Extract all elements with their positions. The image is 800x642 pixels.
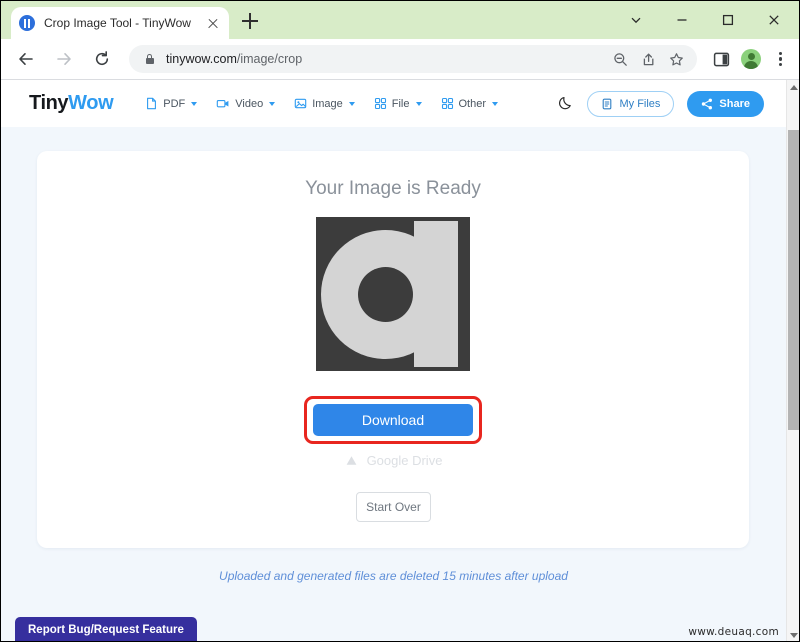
nav-item-pdf-label: PDF	[163, 97, 186, 110]
window-controls	[613, 1, 797, 39]
maximize-icon[interactable]	[705, 4, 751, 36]
google-drive-icon	[346, 455, 356, 465]
report-bug-label: Report Bug/Request Feature	[28, 623, 184, 636]
download-button[interactable]: Download	[313, 404, 473, 436]
preview-bar-shape	[414, 221, 458, 367]
google-drive-label: Google Drive	[366, 453, 443, 468]
files-icon	[603, 98, 612, 109]
nav-item-image[interactable]: Image	[294, 97, 355, 110]
profile-avatar[interactable]	[737, 45, 765, 73]
image-icon	[294, 98, 307, 109]
url-domain: tinywow.com	[166, 52, 237, 66]
start-over-button[interactable]: Start Over	[356, 492, 431, 522]
chevron-down-icon	[191, 101, 198, 106]
site-nav-links: PDF Video Image File Other	[145, 97, 499, 110]
cropped-image-preview	[316, 217, 470, 371]
download-label: Download	[361, 412, 425, 428]
preview-hole-shape	[358, 267, 413, 322]
browser-tab[interactable]: Crop Image Tool - TinyWow	[11, 7, 229, 39]
nav-item-file-label: File	[391, 97, 410, 110]
chevron-down-icon	[348, 101, 355, 106]
chevron-down-icon	[492, 101, 499, 106]
url-path: /image/crop	[236, 52, 303, 66]
result-card: Your Image is Ready Download Google Driv…	[37, 151, 749, 548]
browser-window: Crop Image Tool - TinyWow tinywow.com/im…	[0, 0, 800, 642]
document-icon	[147, 97, 157, 110]
minimize-icon[interactable]	[659, 4, 705, 36]
chevron-down-icon	[269, 101, 276, 106]
scrollbar-thumb[interactable]	[788, 130, 799, 430]
zoom-out-icon[interactable]	[609, 48, 631, 70]
reload-icon[interactable]	[87, 44, 117, 74]
chevron-down-icon[interactable]	[613, 4, 659, 36]
site-nav-actions: My Files Share	[556, 90, 764, 117]
nav-item-other-label: Other	[458, 97, 487, 110]
grid-icon	[374, 97, 386, 110]
nav-item-video[interactable]: Video	[216, 97, 276, 110]
address-bar[interactable]: tinywow.com/image/crop	[129, 45, 697, 73]
tinywow-logo[interactable]: TinyWow	[29, 92, 114, 115]
report-bug-button[interactable]: Report Bug/Request Feature	[15, 617, 197, 641]
share-page-icon[interactable]	[637, 48, 659, 70]
start-over-label: Start Over	[366, 500, 421, 514]
download-highlight: Download	[304, 396, 482, 444]
page-scrollbar[interactable]	[786, 80, 799, 641]
grid-icon	[441, 97, 453, 110]
google-drive-option[interactable]: Google Drive	[37, 453, 749, 468]
tinywow-favicon	[19, 15, 35, 31]
page-viewport: TinyWow PDF Video Image File Other My Fi…	[1, 80, 799, 641]
url-text: tinywow.com/image/crop	[166, 52, 603, 66]
moon-icon[interactable]	[556, 95, 574, 113]
close-window-icon[interactable]	[751, 4, 797, 36]
nav-item-image-label: Image	[312, 97, 343, 110]
video-camera-icon	[216, 100, 229, 108]
close-icon[interactable]	[205, 15, 221, 31]
side-panel-icon[interactable]	[707, 45, 735, 73]
nav-item-video-label: Video	[235, 97, 264, 110]
nav-item-other[interactable]: Other	[441, 97, 499, 110]
bookmark-star-icon[interactable]	[665, 48, 687, 70]
my-files-button[interactable]: My Files	[587, 90, 675, 117]
back-arrow-icon[interactable]	[11, 44, 41, 74]
tab-strip: Crop Image Tool - TinyWow	[1, 1, 799, 39]
nav-item-pdf[interactable]: PDF	[145, 97, 198, 110]
browser-toolbar: tinywow.com/image/crop	[1, 39, 799, 79]
page-title: Your Image is Ready	[305, 178, 481, 199]
chevron-down-icon	[415, 101, 422, 106]
watermark: www.deuaq.com	[688, 626, 779, 638]
chrome-menu-icon[interactable]	[767, 45, 795, 73]
logo-wow: Wow	[68, 92, 114, 114]
forward-arrow-icon[interactable]	[49, 44, 79, 74]
toolbar-right-icons	[705, 45, 799, 73]
tab-title: Crop Image Tool - TinyWow	[44, 16, 191, 30]
share-nodes-icon	[702, 98, 713, 109]
share-button[interactable]: Share	[687, 90, 764, 117]
share-label: Share	[719, 97, 750, 110]
retention-notice: Uploaded and generated files are deleted…	[219, 569, 568, 583]
site-navbar: TinyWow PDF Video Image File Other My Fi…	[1, 80, 786, 127]
lock-icon	[143, 53, 156, 66]
nav-item-file[interactable]: File	[374, 97, 422, 110]
logo-tiny: Tiny	[29, 92, 69, 114]
my-files-label: My Files	[619, 97, 661, 110]
scroll-up-arrow-icon[interactable]	[787, 80, 799, 94]
plus-icon[interactable]	[239, 10, 261, 32]
scroll-down-arrow-icon[interactable]	[787, 628, 799, 641]
